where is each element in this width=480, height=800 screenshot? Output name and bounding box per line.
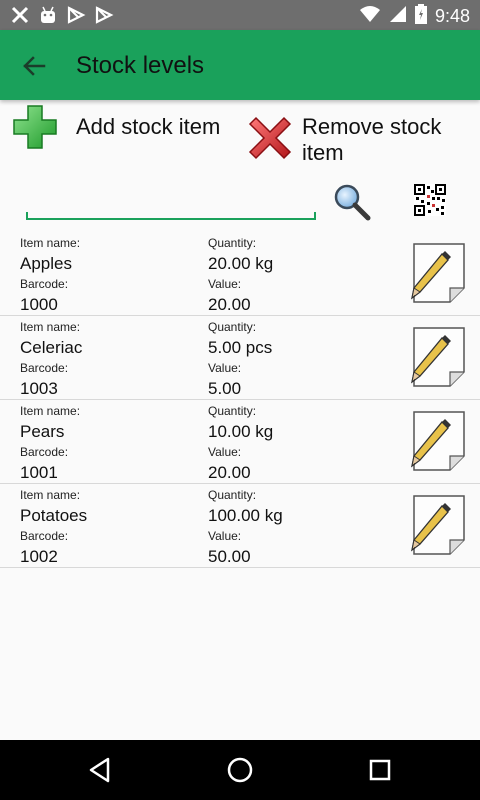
- circle-home-icon: [227, 757, 253, 783]
- notification-icon: [10, 5, 30, 25]
- search-button[interactable]: [332, 182, 372, 222]
- nav-home-button[interactable]: [224, 754, 256, 786]
- item-name-label: Item name:: [20, 320, 81, 334]
- barcode-value: 1001: [20, 463, 58, 482]
- value-value: 5.00: [208, 379, 242, 398]
- barcode-label: Barcode:: [20, 361, 69, 375]
- wifi-icon: [359, 5, 381, 28]
- edit-item-button[interactable]: [404, 492, 470, 558]
- barcode-label: Barcode:: [20, 529, 69, 543]
- nav-back-button[interactable]: [84, 754, 116, 786]
- value-label: Value:: [208, 445, 242, 459]
- item-name-label: Item name:: [20, 236, 81, 250]
- back-button[interactable]: [18, 50, 50, 82]
- qr-code-icon: [414, 184, 446, 216]
- quantity-value: 20.00 kg: [208, 254, 274, 273]
- page-title: Stock levels: [76, 52, 205, 79]
- pencil-paper-icon: [411, 327, 465, 387]
- search-input[interactable]: [26, 184, 316, 220]
- edit-item-button[interactable]: [404, 324, 470, 390]
- navigation-bar: [0, 740, 480, 800]
- stock-row: Item name: Apples Barcode: 1000 Quantity…: [0, 232, 480, 316]
- remove-stock-item-label: Remove stock item: [302, 114, 442, 165]
- play-store-icon: [94, 5, 114, 25]
- stock-row: Item name: Pears Barcode: 1001 Quantity:…: [0, 400, 480, 484]
- stock-row: Item name: Celeriac Barcode: 1003 Quanti…: [0, 316, 480, 400]
- value-label: Value:: [208, 361, 242, 375]
- stock-row: Item name: Potatoes Barcode: 1002 Quanti…: [0, 484, 480, 568]
- item-name-value: Pears: [20, 422, 65, 441]
- edit-item-button[interactable]: [404, 240, 470, 306]
- status-time: 9:48: [434, 6, 470, 26]
- pencil-paper-icon: [411, 411, 465, 471]
- quantity-value: 100.00 kg: [208, 506, 283, 525]
- value-label: Value:: [208, 277, 242, 291]
- value-value: 20.00: [208, 295, 251, 314]
- triangle-back-icon: [89, 757, 110, 783]
- square-recents-icon: [369, 759, 391, 781]
- quantity-label: Quantity:: [208, 320, 257, 334]
- quantity-value: 5.00 pcs: [208, 338, 273, 357]
- pencil-paper-icon: [411, 495, 465, 555]
- item-name-value: Celeriac: [20, 338, 83, 357]
- stock-list: Item name: Apples Barcode: 1000 Quantity…: [0, 232, 480, 568]
- quantity-label: Quantity:: [208, 236, 257, 250]
- barcode-label: Barcode:: [20, 445, 69, 459]
- edit-item-button[interactable]: [404, 408, 470, 474]
- plus-icon: [13, 105, 57, 149]
- value-label: Value:: [208, 529, 242, 543]
- item-name-value: Potatoes: [20, 506, 88, 525]
- value-value: 20.00: [208, 463, 251, 482]
- nav-recents-button[interactable]: [364, 754, 396, 786]
- qr-scan-button[interactable]: [414, 184, 446, 216]
- barcode-value: 1003: [20, 379, 58, 398]
- barcode-value: 1002: [20, 547, 58, 566]
- android-icon: [38, 5, 58, 25]
- quantity-label: Quantity:: [208, 404, 257, 418]
- value-value: 50.00: [208, 547, 251, 566]
- item-name-label: Item name:: [20, 404, 81, 418]
- add-stock-item-label: Add stock item: [76, 114, 221, 139]
- x-icon: [248, 116, 292, 160]
- barcode-value: 1000: [20, 295, 58, 314]
- item-name-label: Item name:: [20, 488, 81, 502]
- status-bar: 9:48: [0, 0, 480, 30]
- quantity-label: Quantity:: [208, 488, 257, 502]
- search-input-edge: [314, 212, 316, 220]
- play-store-icon: [66, 5, 86, 25]
- arrow-left-icon: [23, 56, 46, 76]
- app-bar: Stock levels: [0, 30, 480, 100]
- pencil-paper-icon: [411, 243, 465, 303]
- quantity-value: 10.00 kg: [208, 422, 274, 441]
- battery-icon: [414, 4, 427, 29]
- barcode-label: Barcode:: [20, 277, 69, 291]
- search-input-edge: [26, 212, 28, 220]
- item-name-value: Apples: [20, 254, 72, 273]
- magnifier-icon: [334, 184, 371, 221]
- add-stock-item-button[interactable]: Add stock item: [12, 104, 220, 150]
- signal-icon: [389, 5, 407, 28]
- remove-stock-item-button[interactable]: Remove stock item: [246, 114, 472, 166]
